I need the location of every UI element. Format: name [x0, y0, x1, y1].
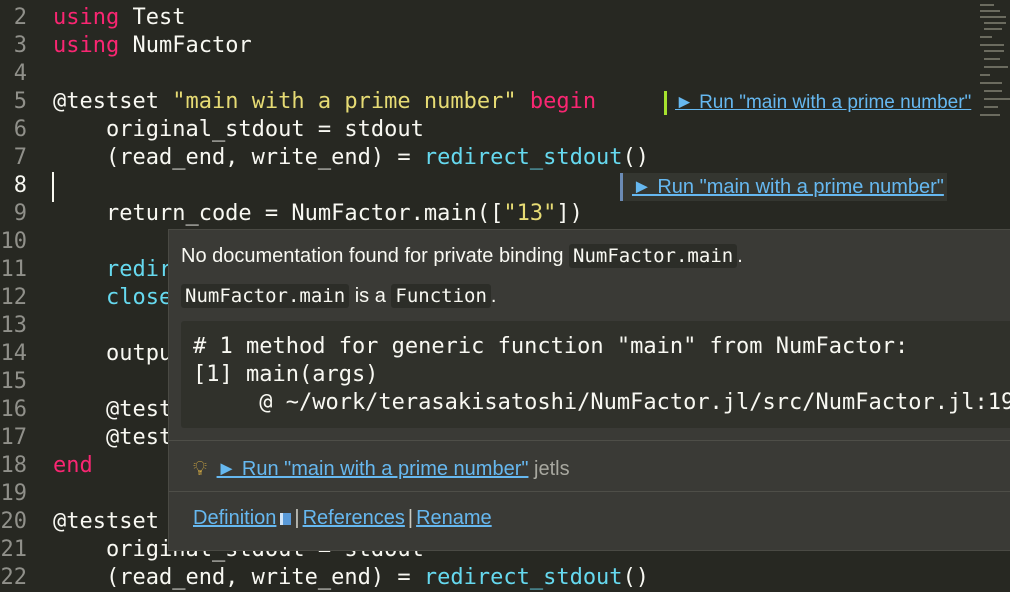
- code-line[interactable]: 4: [0, 60, 1010, 88]
- code-token: using: [53, 33, 120, 58]
- action-source: jetls: [534, 458, 570, 480]
- code-text[interactable]: @test: [53, 424, 172, 452]
- line-number: 11: [0, 257, 28, 282]
- split-view-icon[interactable]: [280, 513, 292, 525]
- line-number: 10: [0, 229, 28, 254]
- code-text[interactable]: redir: [53, 256, 172, 284]
- code-token: return_code = NumFactor.main([: [53, 201, 504, 226]
- hover-links: Definition | References | Rename: [193, 507, 492, 529]
- code-text[interactable]: @test: [53, 396, 172, 424]
- line-number: 20: [0, 509, 28, 534]
- line-number: 8: [13, 173, 27, 198]
- line-number: 4: [13, 61, 27, 86]
- line-number: 15: [0, 369, 28, 394]
- doc-binding-code: NumFactor.main: [569, 244, 738, 268]
- code-text[interactable]: (read_end, write_end) = redirect_stdout(…: [53, 564, 649, 592]
- code-action-row: 💡︎ ► Run "main with a prime number" jetl…: [193, 454, 570, 484]
- line-number: 18: [0, 453, 28, 478]
- code-token: @testset: [53, 509, 159, 534]
- code-token: redir: [53, 257, 173, 282]
- code-token: (): [622, 565, 650, 590]
- code-text[interactable]: @testset "main with a prime number" begi…: [53, 88, 596, 116]
- line-number: 5: [13, 89, 27, 114]
- line-number: 7: [13, 145, 27, 170]
- run-testset-action[interactable]: ► Run "main with a prime number": [217, 458, 529, 480]
- code-line[interactable]: 9 return_code = NumFactor.main(["13"]): [0, 200, 1010, 228]
- code-text[interactable]: @testset: [53, 508, 159, 536]
- codelens-run-testset-inline[interactable]: ► Run "main with a prime number": [620, 173, 947, 201]
- code-line[interactable]: 2 using Test: [0, 4, 1010, 32]
- code-token: end: [53, 453, 93, 478]
- code-token: "13": [503, 201, 557, 226]
- code-line[interactable]: 6 original_stdout = stdout: [0, 116, 1010, 144]
- type-info: NumFactor.main is a Function.: [181, 281, 496, 311]
- code-token: (read_end, write_end) =: [53, 145, 424, 170]
- code-token: begin: [516, 89, 597, 114]
- code-token: original_stdout = stdout: [53, 117, 424, 142]
- codelens-run-testset[interactable]: ► Run "main with a prime number": [664, 91, 971, 115]
- code-token: using: [53, 5, 120, 30]
- line-number: 14: [0, 341, 28, 366]
- code-text[interactable]: using NumFactor: [53, 32, 252, 60]
- divider: [169, 491, 1010, 492]
- line-number: 9: [13, 201, 27, 226]
- minimap[interactable]: [978, 0, 1010, 130]
- line-number: 16: [0, 397, 28, 422]
- code-token: @testset: [53, 89, 173, 114]
- code-token: ]): [556, 201, 583, 226]
- code-text[interactable]: outpu: [53, 340, 172, 368]
- code-text[interactable]: return_code = NumFactor.main(["13"]): [53, 200, 583, 228]
- references-link[interactable]: References: [303, 507, 405, 529]
- line-number: 2: [13, 5, 27, 30]
- code-text[interactable]: (read_end, write_end) = redirect_stdout(…: [53, 144, 649, 172]
- hover-documentation-popup: No documentation found for private bindi…: [168, 229, 1010, 551]
- code-token: @test: [53, 425, 173, 450]
- rename-link[interactable]: Rename: [416, 507, 492, 529]
- type-value-code: Function: [391, 284, 491, 308]
- code-line[interactable]: 3 using NumFactor: [0, 32, 1010, 60]
- method-signature-block: # 1 method for generic function "main" f…: [181, 321, 1010, 428]
- code-token: redirect_stdout: [423, 565, 623, 590]
- line-number: 13: [0, 313, 28, 338]
- line-number: 19: [0, 481, 28, 506]
- code-text[interactable]: using Test: [53, 4, 185, 32]
- line-number: 6: [13, 117, 27, 142]
- code-text[interactable]: end: [53, 452, 93, 480]
- code-token: NumFactor: [119, 33, 252, 58]
- text-cursor: [52, 172, 54, 202]
- line-number: 21: [0, 537, 28, 562]
- line-number: 22: [0, 565, 28, 590]
- type-name-code: NumFactor.main: [181, 284, 350, 308]
- code-token: close: [53, 285, 173, 310]
- code-token: @test: [53, 397, 173, 422]
- code-text[interactable]: original_stdout = stdout: [53, 116, 424, 144]
- code-text[interactable]: close: [53, 284, 172, 312]
- code-token: (read_end, write_end) =: [53, 565, 424, 590]
- code-token: redirect_stdout: [423, 145, 623, 170]
- code-line[interactable]: 7 (read_end, write_end) = redirect_stdou…: [0, 144, 1010, 172]
- doc-message: No documentation found for private bindi…: [181, 244, 743, 268]
- line-number: 17: [0, 425, 28, 450]
- divider: [169, 440, 1010, 441]
- code-token: Test: [119, 5, 186, 30]
- lightbulb-icon: 💡︎: [193, 458, 207, 480]
- line-number: 12: [0, 285, 28, 310]
- definition-link[interactable]: Definition: [193, 507, 276, 529]
- code-token: "main with a prime number": [172, 89, 517, 114]
- line-number: 3: [13, 33, 27, 58]
- code-line[interactable]: 22 (read_end, write_end) = redirect_stdo…: [0, 564, 1010, 592]
- code-token: outpu: [53, 341, 173, 366]
- code-token: (): [622, 145, 650, 170]
